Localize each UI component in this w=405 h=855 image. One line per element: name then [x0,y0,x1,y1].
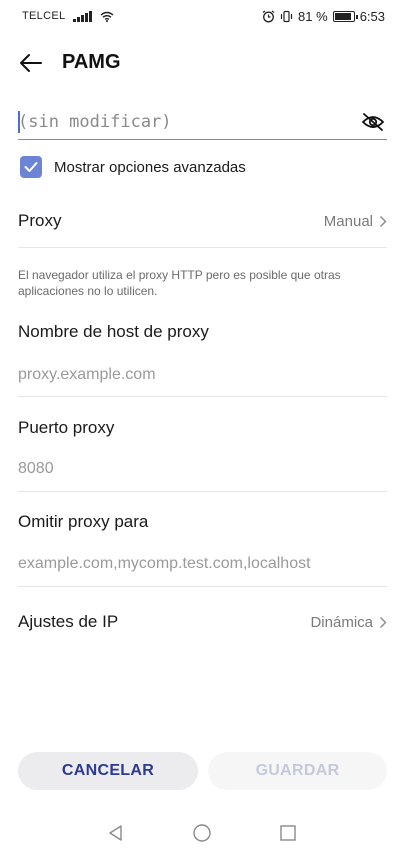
advanced-options-label: Mostrar opciones avanzadas [54,158,246,176]
ip-settings-value-text: Dinámica [310,614,373,631]
password-input[interactable] [18,108,348,136]
battery-icon [332,11,358,22]
clock: 6:53 [359,9,385,24]
status-left: TELCEL [22,10,114,22]
app-header: PAMG [0,40,405,84]
ip-settings-value: Dinámica [310,614,387,631]
back-triangle-icon [109,825,122,841]
system-navigation-bar [0,810,405,855]
recents-square-icon [280,825,296,841]
vibrate-icon [280,10,293,23]
arrow-left-icon [20,54,42,72]
chevron-right-icon [380,216,387,227]
divider [18,491,387,492]
page-title: PAMG [62,51,121,73]
eye-off-icon [361,113,385,131]
battery-percent: 81 % [298,9,328,24]
toggle-password-visibility-button[interactable] [359,109,387,135]
bypass-input[interactable] [18,551,387,577]
status-bar: TELCEL 81 % 6:53 [0,0,405,34]
alarm-icon [262,10,275,23]
port-label: Puerto proxy [18,418,115,437]
divider [18,586,387,587]
cancel-button[interactable]: CANCELAR [18,752,198,790]
wifi-icon [100,11,114,22]
bypass-label: Omitir proxy para [18,512,149,531]
ip-settings-label: Ajustes de IP [18,612,119,631]
home-circle-icon [193,824,211,842]
divider [18,247,387,248]
divider [18,396,387,397]
proxy-setting-row[interactable]: Proxy Manual [18,211,387,235]
proxy-note: El navegador utiliza el proxy HTTP pero … [18,268,341,298]
back-button[interactable] [14,46,48,80]
signal-icon [73,10,92,22]
chevron-right-icon [380,617,387,628]
save-button[interactable]: GUARDAR [208,752,387,790]
password-field-container [18,104,387,140]
nav-back-button[interactable] [103,820,129,846]
nav-recents-button[interactable] [275,820,301,846]
ip-settings-row[interactable]: Ajustes de IP Dinámica [18,612,387,636]
port-input[interactable] [18,456,387,482]
carrier-name: TELCEL [22,10,66,22]
status-right: 81 % 6:53 [262,9,385,24]
hostname-label: Nombre de host de proxy [18,322,209,341]
advanced-options-checkbox[interactable] [20,156,42,178]
checkmark-icon [24,162,38,172]
hostname-input[interactable] [18,362,387,388]
proxy-label: Proxy [18,211,62,230]
advanced-options-toggle[interactable]: Mostrar opciones avanzadas [20,155,246,179]
nav-home-button[interactable] [189,820,215,846]
proxy-value-text: Manual [323,213,373,230]
proxy-value: Manual [324,213,387,230]
